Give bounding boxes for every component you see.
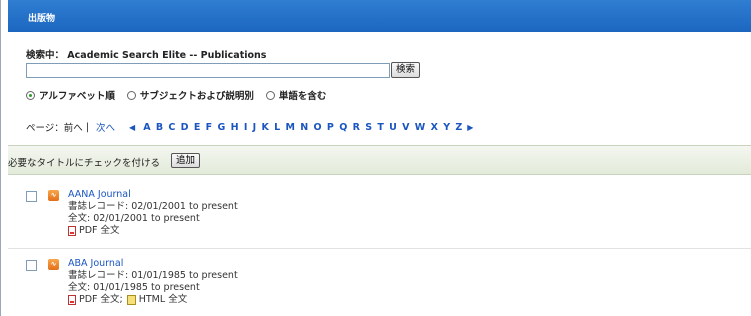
item-checkbox[interactable]: [26, 260, 37, 271]
letter-link[interactable]: K: [262, 122, 269, 133]
pdf-fulltext-link[interactable]: PDF 全文: [79, 225, 120, 237]
radio-alphabetical[interactable]: アルファベット順: [26, 88, 115, 102]
letter-link[interactable]: F: [206, 122, 213, 133]
radio-subject-label: サブジェクトおよび説明別: [139, 91, 254, 102]
header-bar: 出版物: [8, 0, 751, 32]
letter-index: A B C D E F G H I J K L M N O P Q R S T …: [143, 122, 462, 133]
item-fulltext-coverage: 全文: 02/01/2001 to present: [68, 213, 200, 224]
letter-link[interactable]: G: [217, 122, 225, 133]
item-divider: [8, 248, 751, 249]
next-letter-arrow-icon[interactable]: ▶: [467, 123, 473, 132]
letter-link[interactable]: R: [353, 122, 360, 133]
add-button[interactable]: 追加: [171, 153, 201, 168]
pdf-icon[interactable]: [68, 226, 76, 236]
item-checkbox[interactable]: [26, 191, 37, 202]
letter-link[interactable]: S: [365, 122, 372, 133]
letter-link[interactable]: Y: [443, 122, 450, 133]
item-fulltext-links: PDF 全文; HTML 全文: [68, 294, 238, 306]
radio-subject-control[interactable]: [126, 90, 136, 100]
letter-link[interactable]: O: [314, 122, 322, 133]
item-fulltext-coverage: 全文: 01/01/1985 to present: [68, 282, 200, 293]
letter-link[interactable]: N: [300, 122, 308, 133]
letter-link[interactable]: W: [415, 122, 425, 133]
letter-link[interactable]: Z: [455, 122, 462, 133]
letter-link[interactable]: U: [389, 122, 397, 133]
previous-letter-arrow-icon[interactable]: ◀: [129, 123, 135, 132]
radio-subject[interactable]: サブジェクトおよび説明別: [126, 88, 254, 102]
letter-link[interactable]: I: [244, 122, 248, 133]
search-input[interactable]: [26, 63, 390, 78]
item-details: ABA Journal 書誌レコード: 01/01/1985 to presen…: [68, 258, 238, 306]
item-fulltext-links: PDF 全文: [68, 225, 238, 237]
letter-link[interactable]: V: [402, 122, 409, 133]
item-record-coverage: 書誌レコード: 01/01/1985 to present: [68, 270, 238, 281]
html-document-icon[interactable]: [126, 295, 136, 305]
radio-contains-word[interactable]: 単語を含む: [265, 88, 327, 102]
item-title-link[interactable]: AANA Journal: [68, 189, 238, 201]
rss-feed-icon[interactable]: ∿: [48, 190, 59, 201]
radio-alphabetical-label: アルファベット順: [39, 91, 115, 102]
selection-toolbar: 必要なタイトルにチェックを付ける 追加: [8, 145, 751, 175]
pdf-fulltext-link[interactable]: PDF 全文;: [79, 294, 123, 306]
letter-link[interactable]: C: [168, 122, 175, 133]
rss-feed-icon[interactable]: ∿: [48, 259, 59, 270]
radio-contains-word-label: 単語を含む: [278, 91, 327, 102]
page-title: 出版物: [28, 14, 56, 24]
search-button[interactable]: 検索: [391, 62, 421, 78]
letter-link[interactable]: M: [286, 122, 295, 133]
letter-link[interactable]: J: [253, 122, 257, 133]
search-scope-label: 検索中： Academic Search Elite -- Publicatio…: [26, 50, 267, 61]
pager-prev-label: ページ：前へ: [26, 123, 83, 134]
item-record-coverage: 書誌レコード: 02/01/2001 to present: [68, 201, 238, 212]
item-title-link[interactable]: ABA Journal: [68, 258, 238, 270]
letter-link[interactable]: T: [377, 122, 383, 133]
pager-separator: |: [85, 121, 90, 133]
selection-instruction: 必要なタイトルにチェックを付ける: [8, 158, 161, 169]
letter-link[interactable]: A: [143, 122, 150, 133]
radio-contains-word-control[interactable]: [265, 90, 275, 100]
pdf-icon[interactable]: [68, 295, 76, 305]
html-fulltext-link[interactable]: HTML 全文: [139, 294, 187, 306]
radio-alphabetical-control[interactable]: [26, 90, 35, 100]
letter-link[interactable]: B: [156, 122, 163, 133]
letter-link[interactable]: D: [181, 122, 189, 133]
letter-link[interactable]: X: [431, 122, 438, 133]
letter-link[interactable]: Q: [339, 122, 347, 133]
pager-next-link[interactable]: 次へ: [96, 120, 115, 134]
letter-link[interactable]: E: [194, 122, 201, 133]
letter-link[interactable]: L: [274, 122, 280, 133]
browse-mode-options: アルファベット順 サブジェクトおよび説明別 単語を含む: [26, 88, 326, 102]
letter-link[interactable]: H: [231, 122, 239, 133]
pager: ページ：前へ | 次へ ◀ A B C D E F G H I J K L M …: [26, 120, 473, 135]
letter-link[interactable]: P: [327, 122, 334, 133]
item-details: AANA Journal 書誌レコード: 02/01/2001 to prese…: [68, 189, 238, 237]
